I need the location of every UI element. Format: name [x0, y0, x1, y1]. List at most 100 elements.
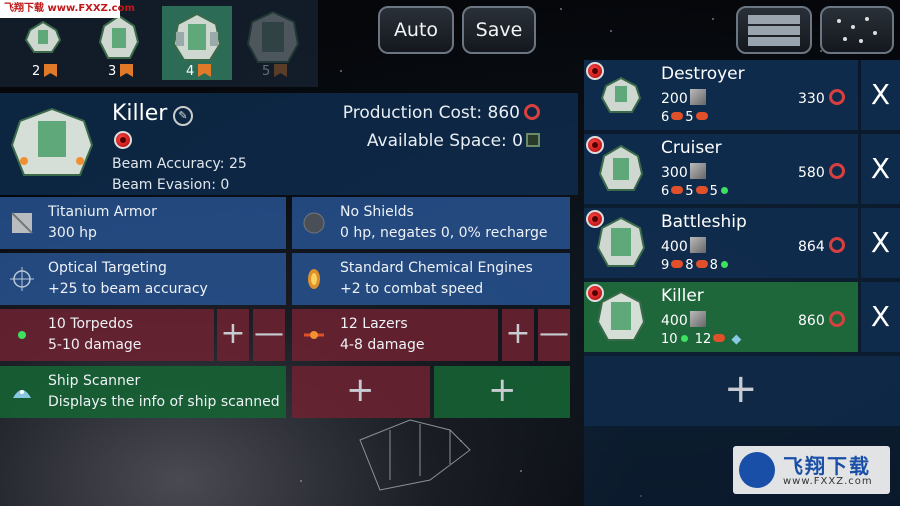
torpedo-icon: [18, 331, 26, 339]
ship-detail-panel: Killer ✎ Beam Accuracy: 25 Beam Evasion:…: [0, 93, 578, 195]
delete-battleship-button[interactable]: X: [861, 208, 900, 278]
armor-icon: [689, 89, 706, 105]
module-torpedos[interactable]: 10 Torpedos 5-10 damage: [0, 309, 214, 361]
available-space-text: Available Space: 0: [366, 131, 523, 151]
design-cost-value: 580: [798, 165, 825, 181]
module-engines[interactable]: Standard Chemical Engines +2 to combat s…: [292, 253, 570, 305]
watermark-logo-icon: [739, 452, 775, 488]
gear-icon: [828, 311, 845, 327]
add-design-button[interactable]: +: [584, 356, 900, 426]
galaxy-map-button[interactable]: [820, 6, 894, 54]
module-title: Optical Targeting: [48, 260, 167, 276]
module-title: Titanium Armor: [48, 204, 157, 220]
weapon-count-2: 5: [685, 184, 694, 199]
ship-wireframe-icon: [359, 419, 471, 491]
weapon-count-3: 5: [709, 184, 718, 199]
design-row-destroyer[interactable]: Destroyer 200 330 65: [584, 60, 858, 130]
module-targeting[interactable]: Optical Targeting +25 to beam accuracy: [0, 253, 286, 305]
design-cost: 860: [798, 311, 858, 329]
battleship-ship-icon: [596, 216, 646, 267]
weapon-count-1: 9: [661, 258, 670, 273]
tray-slot-5[interactable]: 5: [238, 6, 308, 80]
module-desc: 0 hp, negates 0, 0% recharge: [340, 225, 548, 241]
design-name: Destroyer: [661, 64, 745, 84]
fleet-list-button[interactable]: [736, 6, 812, 54]
add-lazer-button[interactable]: +: [502, 309, 534, 361]
design-cost: 330: [798, 89, 858, 107]
module-title: 10 Torpedos: [48, 316, 134, 332]
lazer-icon: [304, 331, 324, 339]
add-torpedo-button[interactable]: +: [217, 309, 249, 361]
lazer-icon: [671, 112, 684, 120]
shield-orb-icon: [303, 212, 325, 234]
plus-icon: +: [724, 366, 758, 412]
flag-icon: [120, 64, 133, 77]
tray-slot-4[interactable]: 4: [162, 6, 232, 80]
design-name: Battleship: [661, 212, 747, 232]
design-row-killer[interactable]: Killer 400 860 10 12 ◆: [584, 282, 858, 352]
design-cost-value: 860: [798, 313, 825, 329]
module-title: Standard Chemical Engines: [340, 260, 533, 276]
auto-button[interactable]: Auto: [378, 6, 454, 54]
cruiser-ship-icon: [98, 14, 140, 59]
delete-destroyer-button[interactable]: X: [861, 60, 900, 130]
module-scanner[interactable]: Ship Scanner Displays the info of ship s…: [0, 366, 286, 418]
remove-torpedo-button[interactable]: —: [253, 309, 285, 361]
design-hp-value: 200: [661, 91, 688, 107]
design-weapons: 988: [661, 258, 731, 273]
design-weapons: 655: [661, 184, 731, 199]
galaxy-map-icon: [837, 17, 877, 43]
delete-design-button[interactable]: [114, 131, 132, 149]
module-lazers[interactable]: 12 Lazers 4-8 damage: [292, 309, 498, 361]
module-desc: 5-10 damage: [48, 337, 142, 353]
tray-num: 4: [186, 64, 195, 79]
design-name: Cruiser: [661, 138, 722, 158]
lazer-icon: [713, 334, 726, 342]
armor-icon: [689, 311, 706, 327]
cruiser-ship-icon: [598, 144, 644, 191]
module-desc: Displays the info of ship scanned: [48, 394, 280, 410]
gear-icon: [828, 163, 845, 179]
production-gear-icon: [524, 104, 540, 120]
tray-num: 2: [32, 64, 41, 79]
gear-icon: [828, 89, 845, 105]
lazer-icon: [671, 186, 684, 194]
space-chip-icon: [526, 133, 540, 147]
beam-evasion: Beam Evasion: 0: [112, 177, 230, 193]
design-cost-value: 864: [798, 239, 825, 255]
missile-icon: [695, 186, 708, 194]
production-cost: Production Cost: 860: [343, 103, 540, 123]
engine-flame-icon: [308, 269, 320, 289]
design-row-battleship[interactable]: Battleship 400 864 988: [584, 208, 858, 278]
design-name: Killer: [661, 286, 704, 306]
missile-icon: [695, 112, 708, 120]
design-weapons: 65: [661, 110, 710, 125]
delete-cruiser-button[interactable]: X: [861, 134, 900, 204]
missile-icon: [695, 260, 708, 268]
delete-killer-button[interactable]: X: [861, 282, 900, 352]
module-shields[interactable]: No Shields 0 hp, negates 0, 0% recharge: [292, 197, 570, 249]
weapon-count-1: 10: [661, 332, 678, 347]
edit-name-icon[interactable]: ✎: [173, 106, 193, 126]
design-hp-value: 400: [661, 239, 688, 255]
destroyer-ship-icon: [24, 20, 62, 53]
design-row-cruiser[interactable]: Cruiser 300 580 655: [584, 134, 858, 204]
tray-num: 3: [108, 64, 117, 79]
gear-icon: [828, 237, 845, 253]
production-cost-text: Production Cost: 860: [342, 103, 520, 123]
destroyer-ship-icon: [600, 76, 642, 113]
remove-lazer-button[interactable]: —: [538, 309, 570, 361]
weapon-count-2: 5: [685, 110, 694, 125]
killer-ship-icon: [596, 290, 646, 341]
save-button[interactable]: Save: [462, 6, 536, 54]
armor-plate-icon: [11, 212, 33, 234]
ship-name: Killer: [112, 101, 168, 126]
design-hp: 300: [661, 163, 706, 181]
design-hp: 400: [661, 237, 706, 255]
lazer-icon: [671, 260, 684, 268]
plus-icon: +: [488, 370, 517, 410]
weapon-count-2: 8: [685, 258, 694, 273]
module-armor[interactable]: Titanium Armor 300 hp: [0, 197, 286, 249]
available-space: Available Space: 0: [367, 131, 540, 151]
flag-icon: [274, 64, 287, 77]
